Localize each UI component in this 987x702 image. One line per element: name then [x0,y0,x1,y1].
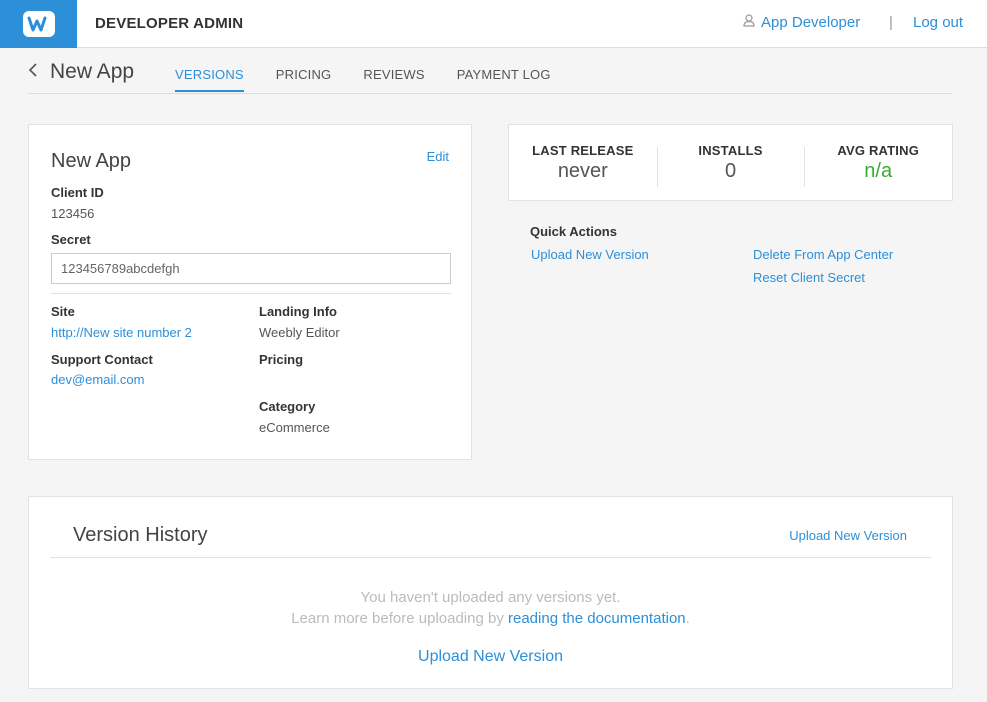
secret-label: Secret [51,232,91,247]
edit-link[interactable]: Edit [427,149,449,164]
back-link[interactable]: New App [28,60,134,84]
last-release-label: LAST RELEASE [532,142,634,158]
sub-navigation: New App VERSIONS PRICING REVIEWS PAYMENT… [28,48,952,94]
version-history-upload-link[interactable]: Upload New Version [789,528,907,543]
installs-label: INSTALLS [698,142,763,158]
version-history-title: Version History [73,524,208,546]
site-link[interactable]: http://New site number 2 [51,325,192,340]
stat-avg-rating: AVG RATING n/a [804,142,952,187]
landing-info-value: Weebly Editor [259,325,340,340]
landing-info-label: Landing Info [259,304,337,319]
avg-rating-label: AVG RATING [837,142,920,158]
reset-client-secret-link[interactable]: Reset Client Secret [753,270,865,285]
delete-from-app-center-link[interactable]: Delete From App Center [753,247,893,262]
last-release-value: never [557,159,608,182]
app-name: New App [51,150,132,172]
avg-rating-value: n/a [864,159,893,182]
quick-actions-title: Quick Actions [530,224,617,239]
category-value: eCommerce [259,420,330,435]
divider [51,293,451,294]
user-menu[interactable]: App Developer [743,14,860,31]
tab-versions[interactable]: VERSIONS [175,67,244,92]
top-bar: DEVELOPER ADMIN App Developer | Log out [0,0,987,48]
app-info-card: New App Edit Client ID 123456 Secret 123… [28,124,472,460]
stat-installs: INSTALLS 0 [656,142,805,187]
upload-new-version-button[interactable]: Upload New Version [29,648,952,666]
support-contact-link[interactable]: dev@email.com [51,372,144,387]
secret-field[interactable]: 123456789abcdefgh [51,253,451,284]
version-history-card: Version History Upload New Version You h… [28,496,953,689]
quick-upload-new-version-link[interactable]: Upload New Version [531,247,649,262]
user-icon [743,14,755,31]
pricing-label: Pricing [259,352,304,367]
documentation-link[interactable]: reading the documentation [508,610,686,627]
support-contact-label: Support Contact [51,352,153,367]
stat-last-release: LAST RELEASE never [509,143,657,183]
tab-bar: VERSIONS PRICING REVIEWS PAYMENT LOG [175,67,583,92]
chevron-left-icon [28,62,38,82]
empty-state-message: You haven't uploaded any versions yet. [360,589,621,606]
divider [50,557,931,558]
header-separator: | [889,14,893,31]
empty-state-help-suffix: . [685,610,690,627]
site-label: Site [51,304,75,319]
weebly-logo[interactable] [0,0,77,48]
empty-state-help-prefix: Learn more before uploading by [291,610,508,627]
category-label: Category [259,399,316,414]
user-name: App Developer [761,14,861,31]
client-id-value: 123456 [51,206,95,221]
tab-reviews[interactable]: REVIEWS [363,67,424,92]
installs-value: 0 [724,159,737,182]
weebly-w-icon [22,11,55,37]
client-id-label: Client ID [51,185,104,200]
tab-pricing[interactable]: PRICING [276,67,332,92]
app-title: DEVELOPER ADMIN [95,15,244,32]
empty-state-help: Learn more before uploading by reading t… [29,610,952,627]
logout-link[interactable]: Log out [913,14,963,31]
stats-card: LAST RELEASE never INSTALLS 0 AVG RATING… [508,124,953,201]
tab-payment-log[interactable]: PAYMENT LOG [457,67,551,92]
page-title: New App [50,60,135,83]
